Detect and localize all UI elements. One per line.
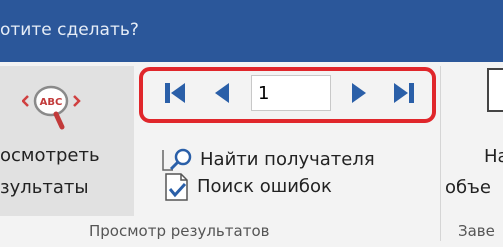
record-number-input[interactable] (251, 75, 331, 111)
last-record-button[interactable] (390, 79, 418, 107)
next-record-button[interactable] (345, 79, 373, 107)
previous-record-button[interactable] (208, 79, 236, 107)
preview-results-label-line2: зультаты (0, 177, 89, 198)
group-separator (440, 66, 441, 241)
last-record-icon (394, 83, 414, 103)
first-record-button[interactable] (161, 79, 189, 107)
finish-merge-icon[interactable] (487, 68, 503, 112)
finish-merge-label-line1: На (484, 146, 503, 167)
finish-group-label: Заве (458, 222, 495, 240)
finish-merge-label-line2: объе (445, 177, 491, 198)
svg-text:ABC: ABC (40, 97, 63, 108)
title-bar: отите сделать? (0, 0, 503, 62)
first-record-icon (165, 83, 185, 103)
check-errors-button[interactable]: Поиск ошибок (163, 170, 332, 202)
preview-results-group-label: Просмотр результатов (89, 222, 270, 240)
previous-record-icon (215, 83, 229, 103)
next-record-icon (352, 83, 366, 103)
tell-me-search[interactable]: отите сделать? (0, 20, 139, 40)
abc-magnifier-icon: ABC (22, 85, 81, 130)
find-recipient-icon (162, 148, 192, 171)
check-errors-label: Поиск ошибок (197, 175, 332, 197)
check-errors-icon (165, 173, 188, 201)
preview-results-label-line1: осмотреть (0, 145, 100, 166)
find-recipient-button[interactable]: Найти получателя (160, 147, 375, 171)
find-recipient-label: Найти получателя (200, 148, 375, 170)
